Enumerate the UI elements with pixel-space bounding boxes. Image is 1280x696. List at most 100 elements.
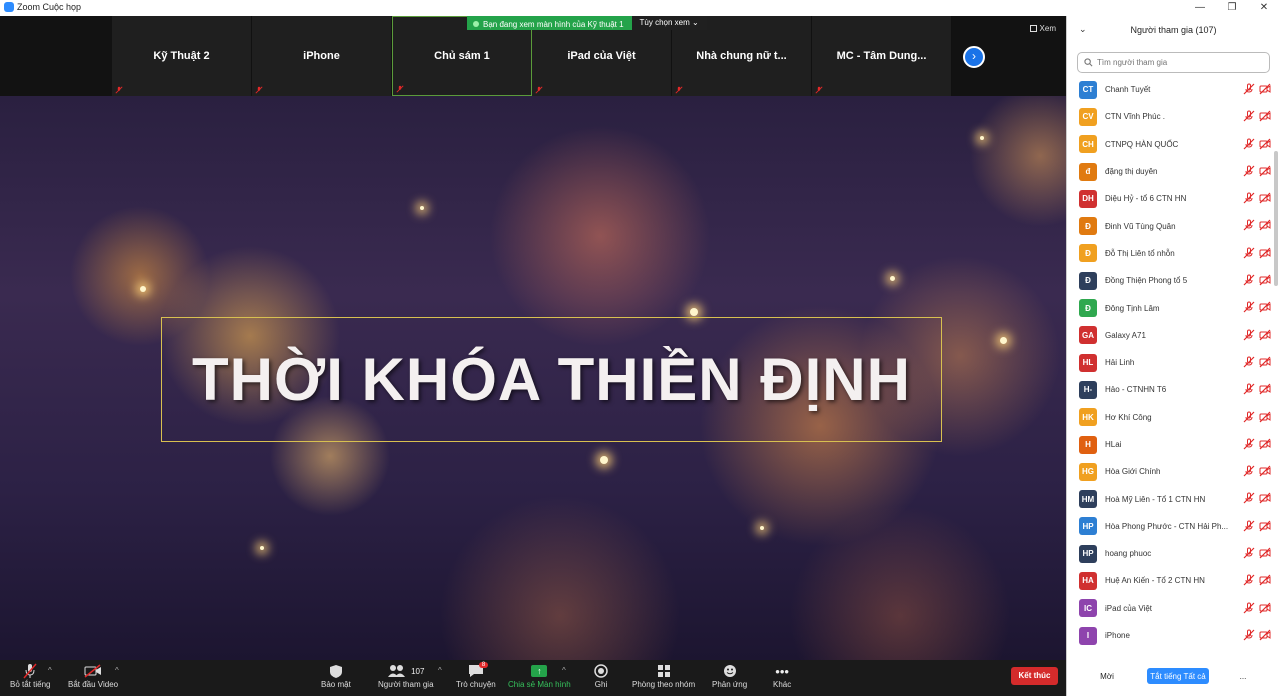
mic-muted-icon (1243, 219, 1255, 231)
participant-row[interactable]: HP Hòa Phong Phước - CTN Hải Ph... (1067, 513, 1275, 540)
avatar: HL (1079, 353, 1097, 372)
panel-footer: Mời Tắt tiếng Tất cả ... (1067, 664, 1280, 696)
video-off-icon (1259, 138, 1271, 150)
participant-row[interactable]: Đ Đinh Vũ Tùng Quân (1067, 212, 1275, 239)
video-off-icon (1259, 383, 1271, 395)
breakout-label: Phòng theo nhóm (632, 680, 696, 689)
avatar: HM (1079, 490, 1097, 509)
video-thumbnail[interactable]: Kỹ Thuật 2 (112, 16, 252, 96)
audio-options-caret[interactable]: ^ (48, 666, 52, 675)
share-options-caret[interactable]: ^ (562, 666, 566, 675)
next-page-button[interactable]: › (963, 46, 985, 68)
video-off-icon (1259, 602, 1271, 614)
unmute-button[interactable]: Bỏ tắt tiếng (10, 662, 50, 689)
reactions-button[interactable]: Phản ứng (712, 662, 747, 689)
mute-all-button[interactable]: Tắt tiếng Tất cả (1147, 668, 1209, 684)
zoom-logo-icon (4, 2, 14, 12)
more-button[interactable]: ••• Khác (773, 662, 792, 690)
participant-row[interactable]: HA Huệ An Kiến - Tổ 2 CTN HN (1067, 567, 1275, 594)
participant-name: Đinh Vũ Tùng Quân (1105, 221, 1176, 231)
video-off-icon (1259, 247, 1271, 259)
panel-more-button[interactable]: ... (1235, 668, 1251, 684)
participant-name: Đỗ Thị Liên tổ nhỗn (1105, 248, 1175, 258)
video-off-icon (1259, 411, 1271, 422)
participants-button[interactable]: 107 Người tham gia (378, 662, 434, 689)
minimize-button[interactable]: — (1184, 0, 1216, 16)
meeting-toolbar: Bỏ tắt tiếng ^ Bắt đầu Video ^ Bảo mật 1… (0, 660, 1066, 696)
slide-title: THỜI KHÓA THIỀN ĐỊNH (192, 346, 911, 413)
shared-screen-content: THỜI KHÓA THIỀN ĐỊNH (0, 96, 1066, 660)
video-off-icon (1259, 438, 1271, 450)
participant-name: đặng thị duyên (1105, 167, 1158, 177)
participant-list-scrollbar[interactable] (1274, 151, 1278, 286)
avatar: Đ (1079, 217, 1097, 236)
participant-list: CT Chanh Tuyết CV CTN Vĩnh Phúc . CH CTNPQ HÀ… (1067, 76, 1275, 654)
participant-row[interactable]: CT Chanh Tuyết (1067, 76, 1275, 103)
search-input[interactable] (1097, 58, 1257, 67)
participant-row[interactable]: HL Hải Linh (1067, 349, 1275, 376)
reactions-label: Phản ứng (712, 680, 748, 689)
video-thumbnail[interactable]: MC - Tâm Dung... (812, 16, 952, 96)
participant-row[interactable]: Đ Đồng Thiện Phong tổ 5 (1067, 267, 1275, 294)
participant-row[interactable]: IiPhone (1067, 622, 1275, 649)
maximize-button[interactable]: ❐ (1216, 0, 1248, 16)
view-options-button[interactable]: Tùy chọn xem ⌄ (631, 16, 707, 30)
breakout-rooms-button[interactable]: Phòng theo nhóm (632, 662, 695, 689)
participant-row[interactable]: DH Diệu Hỷ - tổ 6 CTN HN (1067, 185, 1275, 212)
sparkle-decoration (890, 276, 895, 281)
window-controls: — ❐ ✕ (1184, 0, 1280, 16)
start-video-button[interactable]: Bắt đầu Video (68, 662, 118, 689)
participant-row[interactable]: HP hoang phuoc (1067, 540, 1275, 567)
participants-caret[interactable]: ^ (438, 666, 442, 675)
sparkle-decoration (600, 456, 608, 464)
view-button[interactable]: Xem (1029, 24, 1056, 33)
collapse-chevron-icon[interactable]: ⌄ (1079, 24, 1087, 35)
thumbnail-name: Kỹ Thuật 2 (153, 50, 210, 62)
participant-status-icons (1243, 602, 1271, 614)
participant-row[interactable]: IC iPad của Việt (1067, 595, 1275, 622)
chat-bubble-icon: 8 (468, 662, 489, 680)
mic-muted-icon (1243, 602, 1255, 614)
participant-name: CTN Vĩnh Phúc . (1105, 112, 1166, 122)
participant-status-icons (1243, 274, 1271, 286)
participant-row[interactable]: đ đặng thị duyên (1067, 158, 1275, 185)
panel-header: ⌄ Người tham gia (107) (1067, 16, 1280, 44)
chat-button[interactable]: 8 Trò chuyện (456, 662, 496, 689)
video-off-icon (1259, 574, 1271, 586)
participant-name: Hòa Phong Phước - CTN Hải Ph... (1105, 521, 1229, 531)
avatar: HK (1079, 408, 1097, 427)
participant-row[interactable]: GA Galaxy A71 (1067, 322, 1275, 349)
participant-row[interactable]: Đ Đỗ Thị Liên tổ nhỗn (1067, 240, 1275, 267)
participant-row[interactable]: HG Hòa Giới Chính (1067, 458, 1275, 485)
participant-row[interactable]: H HLai (1067, 431, 1275, 458)
mic-muted-icon (1243, 301, 1255, 313)
participant-status-icons (1243, 219, 1271, 231)
more-label: Khác (773, 680, 792, 689)
avatar: CT (1079, 80, 1097, 99)
close-button[interactable]: ✕ (1248, 0, 1280, 16)
video-thumbnail[interactable]: iPhone (252, 16, 392, 96)
record-button[interactable]: Ghi (594, 662, 608, 689)
participant-row[interactable]: HK Hơ Khí Công (1067, 404, 1275, 431)
mic-muted-icon (115, 86, 123, 94)
participant-row[interactable]: HM Hoà Mỹ Liên - Tổ 1 CTN HN (1067, 485, 1275, 512)
participant-name: Đông Tịnh Lâm (1105, 303, 1160, 313)
end-meeting-button[interactable]: Kết thúc (1011, 667, 1058, 685)
app-title: Zoom Cuộc họp (4, 2, 81, 12)
participant-row[interactable] (1067, 649, 1275, 654)
participant-status-icons (1243, 465, 1271, 477)
security-button[interactable]: Bảo mật (321, 662, 351, 689)
share-screen-label: Chia sẻ Màn hình (508, 680, 571, 689)
chevron-down-icon: ⌄ (692, 18, 699, 27)
participant-row[interactable]: Đ Đông Tịnh Lâm (1067, 294, 1275, 321)
invite-button[interactable]: Mời (1093, 668, 1121, 684)
video-off-icon (1259, 83, 1271, 95)
mic-muted-icon (396, 85, 404, 93)
share-indicator-icon (473, 21, 479, 27)
participant-status-icons (1243, 520, 1271, 532)
slide-title-box: THỜI KHÓA THIỀN ĐỊNH (161, 317, 942, 442)
participant-row[interactable]: CH CTNPQ HÀN QUỐC (1067, 131, 1275, 158)
participant-row[interactable]: CV CTN Vĩnh Phúc . (1067, 103, 1275, 130)
participant-row[interactable]: H- Hảo - CTNHN T6 (1067, 376, 1275, 403)
video-options-caret[interactable]: ^ (115, 666, 119, 675)
